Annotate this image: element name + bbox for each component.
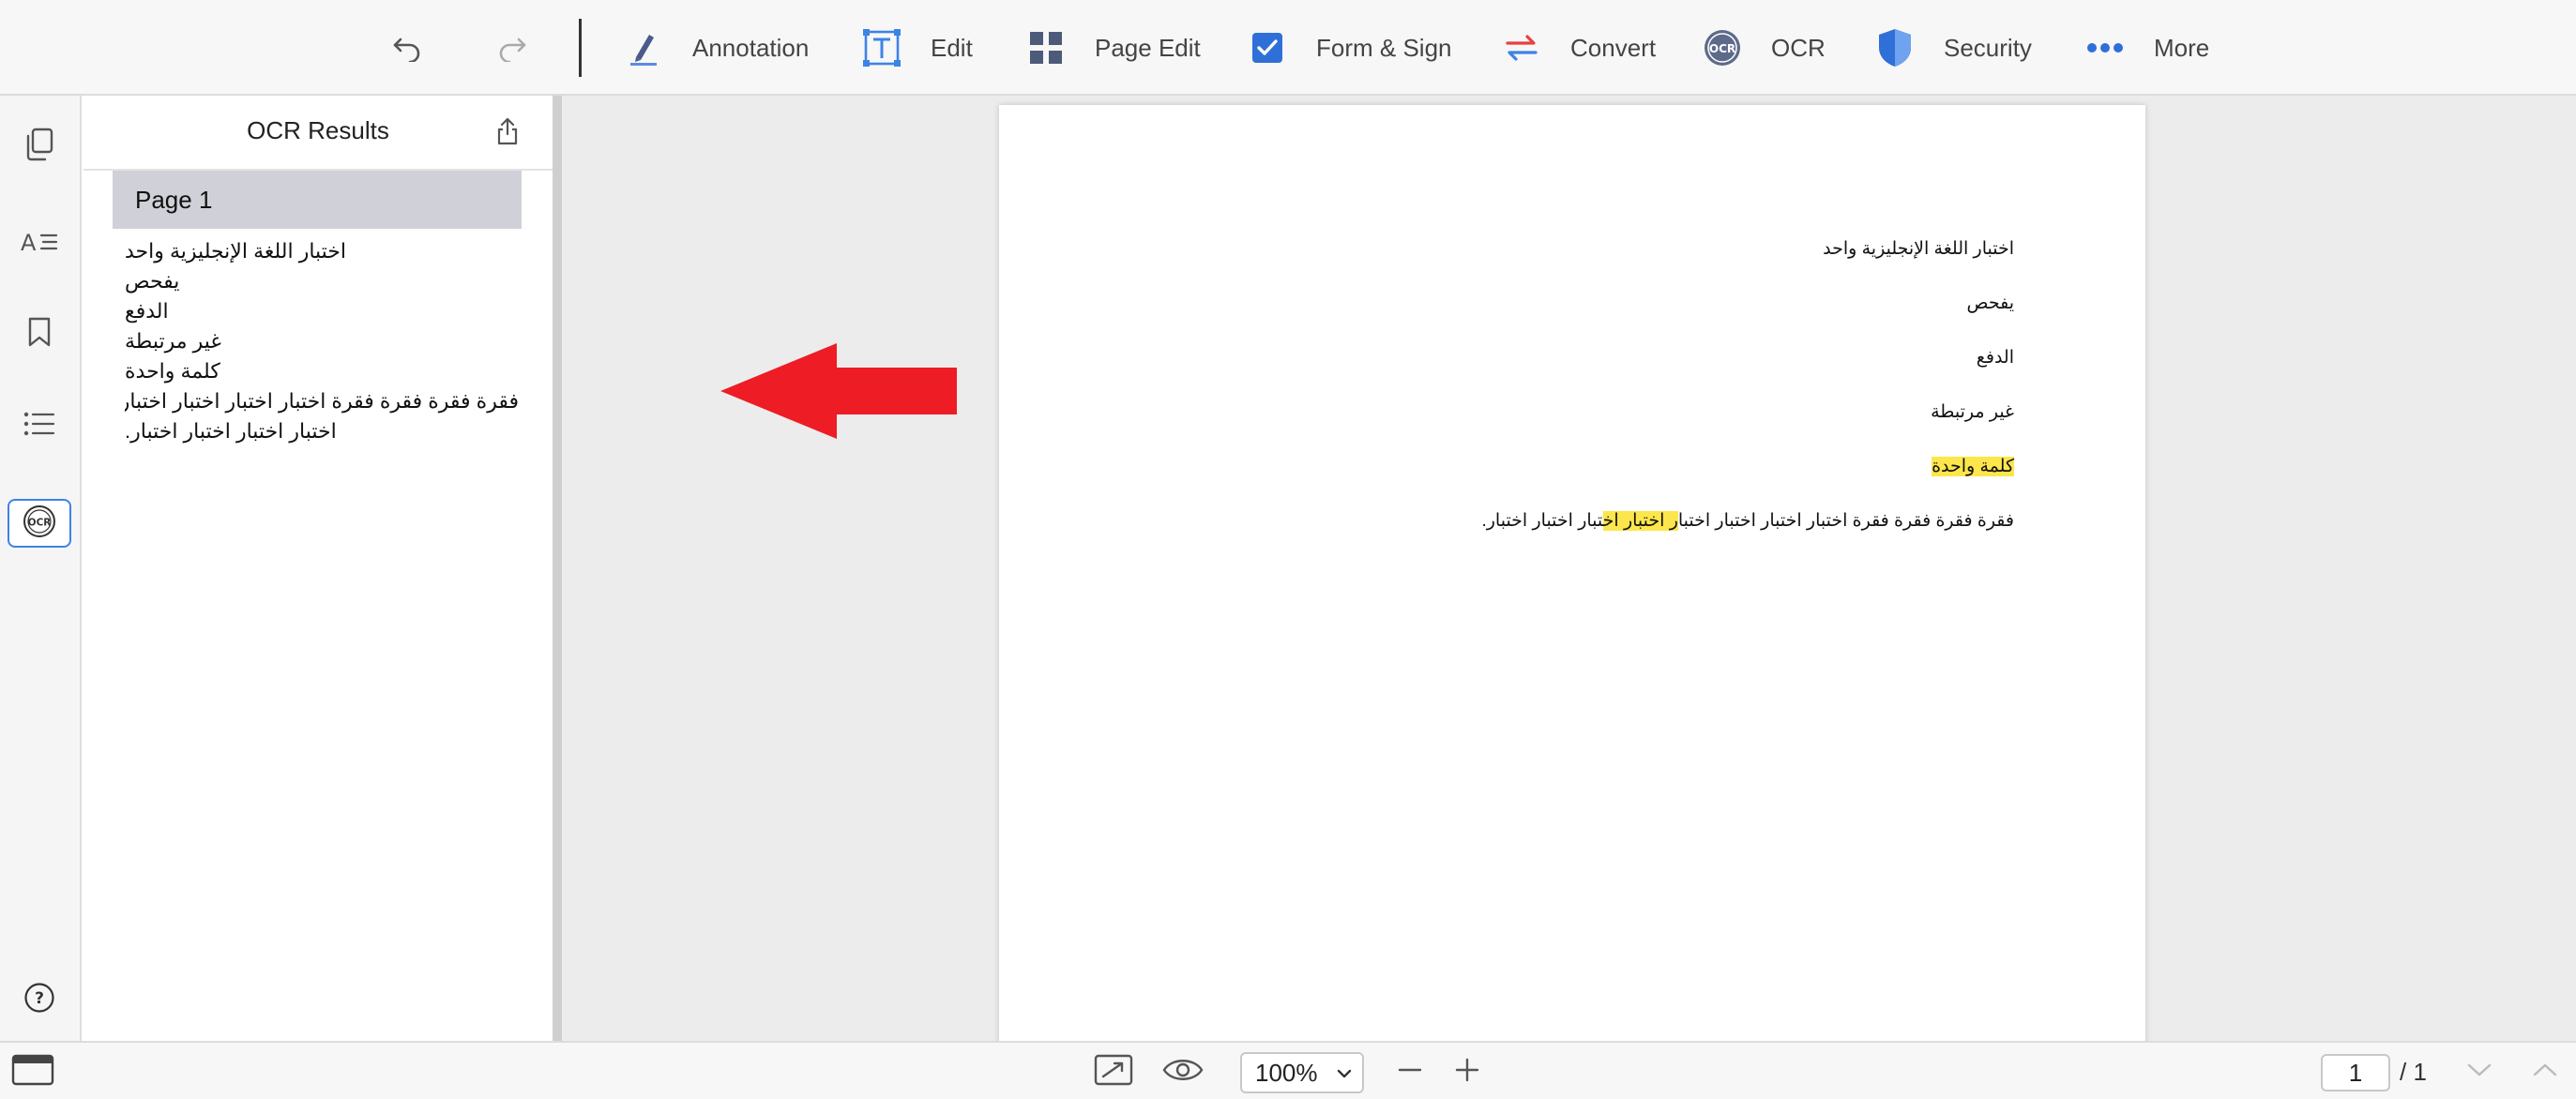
text-panel-button[interactable]: A — [8, 219, 71, 268]
left-rail: A OCR ? — [0, 96, 82, 1041]
undo-button[interactable] — [386, 20, 428, 76]
annotation-label: Annotation — [692, 33, 810, 62]
ocr-label: OCR — [1771, 33, 1826, 62]
panel-splitter[interactable] — [553, 96, 562, 1041]
edit-button[interactable]: Edit — [861, 20, 973, 76]
convert-button[interactable]: Convert — [1501, 20, 1656, 76]
share-export-icon — [495, 117, 520, 150]
bookmarks-button[interactable] — [8, 309, 71, 358]
outline-button[interactable] — [8, 401, 71, 450]
ocr-results-button[interactable]: OCR — [8, 499, 71, 548]
page-number-input[interactable]: 1 — [2321, 1054, 2390, 1091]
chevron-up-icon — [2531, 1061, 2559, 1084]
svg-text:A: A — [21, 230, 37, 256]
doc-text-segment: تبار اختبار اختبار. — [1481, 511, 1603, 531]
document-viewer: اختبار اللغة الإنجليزية واحد يفحص الدفع … — [562, 96, 2576, 1041]
text-edit-icon — [861, 27, 902, 68]
help-button[interactable]: ? — [8, 975, 71, 1024]
more-dots-icon — [2084, 27, 2126, 68]
doc-line-4: غير مرتبطة — [1931, 402, 2014, 422]
doc-text-segment: فقرة فقرة فقرة فقرة اختبار اختبار اختبار… — [1677, 511, 2014, 531]
edit-label: Edit — [931, 33, 973, 62]
panel-title: OCR Results — [247, 116, 389, 144]
doc-line-2: يفحص — [1966, 294, 2014, 313]
svg-text:?: ? — [35, 989, 44, 1008]
fit-page-button[interactable] — [1092, 1052, 1135, 1091]
doc-line-1: اختبار اللغة الإنجليزية واحد — [1823, 239, 2014, 259]
ocr-line: غير مرتبطة — [125, 329, 221, 353]
page-total: / 1 — [2400, 1058, 2427, 1086]
checkbox-icon — [1247, 27, 1288, 68]
status-bar: 100% 1 / 1 — [0, 1041, 2576, 1099]
chevron-down-icon — [2465, 1061, 2493, 1084]
security-label: Security — [1944, 33, 2032, 62]
zoom-value: 100% — [1255, 1058, 1318, 1087]
help-icon: ? — [23, 982, 55, 1018]
form-sign-label: Form & Sign — [1316, 33, 1452, 62]
ocr-line: اختبار اللغة الإنجليزية واحد — [125, 239, 347, 263]
fit-page-icon — [1094, 1054, 1133, 1091]
document-page[interactable]: اختبار اللغة الإنجليزية واحد يفحص الدفع … — [999, 105, 2145, 1041]
text-lines-icon: A — [21, 228, 58, 261]
main-toolbar: Annotation Edit Page Edit Form & Sign Co… — [0, 0, 2576, 96]
more-label: More — [2154, 33, 2210, 62]
zoom-select[interactable]: 100% — [1240, 1052, 1364, 1093]
page-edit-label: Page Edit — [1095, 33, 1201, 62]
shield-icon — [1874, 27, 1916, 68]
convert-label: Convert — [1570, 33, 1657, 62]
window-layout-button[interactable] — [11, 1052, 54, 1091]
pen-icon — [623, 27, 664, 68]
highlighted-text: كلمة واحدة — [1932, 457, 2014, 476]
highlighted-text: ر اختبار اخ — [1602, 511, 1678, 531]
chevron-down-icon — [1334, 1061, 1355, 1091]
page-edit-button[interactable]: Page Edit — [1025, 20, 1201, 76]
security-button[interactable]: Security — [1874, 20, 2032, 76]
red-arrow-icon — [720, 343, 957, 444]
redo-icon — [492, 27, 533, 68]
pages-thumbnail-button[interactable] — [8, 122, 71, 171]
ocr-button[interactable]: OCR OCR — [1702, 20, 1826, 76]
read-mode-button[interactable] — [1161, 1052, 1205, 1091]
ocr-small-icon: OCR — [22, 504, 57, 544]
page-1-row[interactable]: Page 1 — [113, 171, 522, 229]
ocr-text-block[interactable]: اختبار اللغة الإنجليزية واحد يفحص الدفع … — [125, 236, 519, 446]
annotation-button[interactable]: Annotation — [623, 20, 809, 76]
minus-icon — [1397, 1057, 1423, 1088]
undo-icon — [386, 27, 428, 68]
doc-line-3: الدفع — [1976, 348, 2014, 368]
window-icon — [11, 1054, 54, 1091]
list-icon — [23, 411, 55, 442]
export-button[interactable] — [487, 113, 528, 154]
eye-icon — [1162, 1056, 1204, 1089]
plus-icon — [1454, 1057, 1480, 1088]
zoom-out-button[interactable] — [1388, 1052, 1432, 1091]
ocr-line: فقرة فقرة فقرة فقرة اختبار اختبار اختبار… — [125, 389, 519, 413]
more-button[interactable]: More — [2084, 20, 2209, 76]
ocr-line: يفحص — [125, 269, 180, 293]
ocr-line: كلمة واحدة — [125, 359, 220, 383]
ocr-icon: OCR — [1702, 27, 1743, 68]
bookmark-icon — [27, 316, 52, 353]
next-page-button[interactable] — [2458, 1052, 2501, 1091]
convert-arrows-icon — [1501, 27, 1542, 68]
redo-button[interactable] — [492, 20, 533, 76]
doc-line-6: فقرة فقرة فقرة فقرة اختبار اختبار اختبار… — [1481, 510, 2014, 532]
toolbar-separator — [579, 19, 582, 77]
svg-text:OCR: OCR — [28, 517, 52, 528]
svg-text:OCR: OCR — [1709, 42, 1735, 55]
previous-page-button[interactable] — [2523, 1052, 2567, 1091]
ocr-line: اختبار اختبار اختبار اختبار. — [125, 419, 337, 443]
copy-pages-icon — [24, 128, 54, 166]
zoom-in-button[interactable] — [1446, 1052, 1489, 1091]
form-sign-button[interactable]: Form & Sign — [1247, 20, 1452, 76]
ocr-results-panel: OCR Results Page 1 اختبار اللغة الإنجليز… — [83, 96, 553, 1041]
grid-icon — [1025, 27, 1067, 68]
ocr-line: الدفع — [125, 299, 169, 323]
doc-line-5: كلمة واحدة — [1932, 456, 2014, 477]
